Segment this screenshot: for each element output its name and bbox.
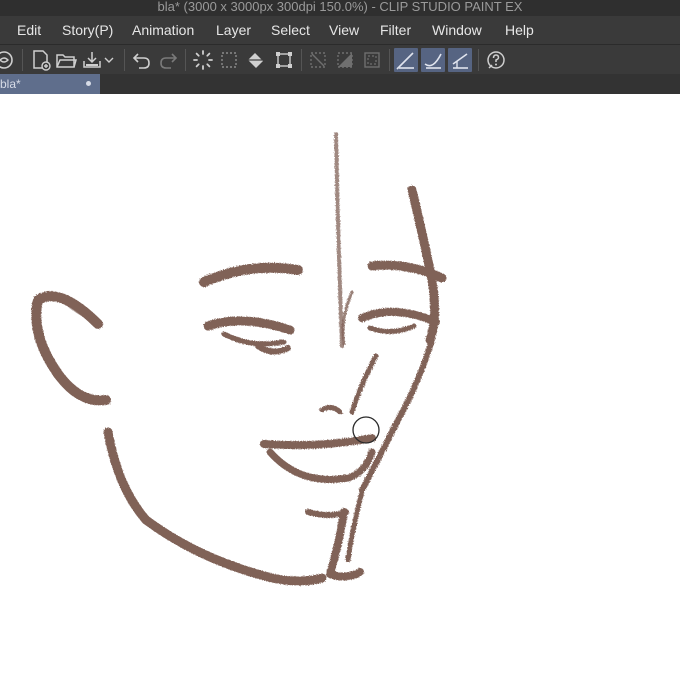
lower-jaw-right	[345, 489, 365, 563]
fill-bucket-icon[interactable]	[244, 48, 268, 72]
open-folder-icon[interactable]	[54, 48, 78, 72]
menu-filter[interactable]: Filter	[380, 22, 411, 38]
unsaved-dot-icon	[86, 81, 91, 86]
left-ear	[31, 291, 111, 406]
nose-bridge	[341, 290, 354, 346]
menu-view[interactable]: View	[329, 22, 359, 38]
deselect-icon[interactable]	[306, 48, 330, 72]
left-eyebrow	[199, 262, 303, 287]
drawing-canvas[interactable]	[0, 94, 680, 680]
upper-lip	[260, 434, 376, 450]
toolbar-separator	[478, 49, 479, 71]
menu-window[interactable]: Window	[432, 22, 482, 38]
nose-line	[349, 353, 379, 415]
toolbar-separator	[301, 49, 302, 71]
title-bar: bla* (3000 x 3000px 300dpi 150.0%) - CLI…	[0, 0, 680, 16]
command-bar	[0, 44, 680, 74]
right-eye-lower	[367, 323, 417, 334]
new-canvas-icon[interactable]	[29, 48, 53, 72]
menu-layer[interactable]: Layer	[216, 22, 251, 38]
snap-ruler-icon[interactable]	[394, 48, 418, 72]
left-eye-pupil	[255, 343, 291, 355]
document-tab-label: bla*	[0, 77, 21, 91]
sketch-layer	[31, 132, 447, 586]
undo-icon[interactable]	[130, 48, 154, 72]
left-eye	[203, 316, 295, 335]
loading-spinner-icon[interactable]	[191, 48, 215, 72]
window-title: bla* (3000 x 3000px 300dpi 150.0%) - CLI…	[157, 0, 523, 14]
menu-edit[interactable]: Edit	[17, 22, 41, 38]
toolbar-separator	[22, 49, 23, 71]
save-icon[interactable]	[80, 48, 104, 72]
menu-help[interactable]: Help	[505, 22, 534, 38]
layers-partial-icon[interactable]	[0, 48, 16, 72]
left-jawline	[103, 427, 327, 586]
invert-selection-icon[interactable]	[333, 48, 357, 72]
selection-dashed-icon[interactable]	[217, 48, 241, 72]
document-tab-bar: bla*	[0, 74, 680, 94]
menu-animation[interactable]: Animation	[132, 22, 194, 38]
transform-icon[interactable]	[272, 48, 296, 72]
right-eye	[358, 307, 440, 326]
help-icon[interactable]	[484, 48, 508, 72]
snap-grid-icon[interactable]	[448, 48, 472, 72]
toolbar-separator	[185, 49, 186, 71]
snap-curve-icon[interactable]	[421, 48, 445, 72]
selection-border-icon[interactable]	[360, 48, 384, 72]
left-eye-lower	[221, 331, 287, 347]
center-guide-line	[334, 132, 344, 348]
document-tab[interactable]: bla*	[0, 74, 100, 94]
lower-lip	[266, 448, 376, 484]
toolbar-separator	[389, 49, 390, 71]
dropdown-chevron-icon[interactable]	[102, 48, 116, 72]
redo-icon[interactable]	[156, 48, 180, 72]
menu-select[interactable]: Select	[271, 22, 310, 38]
nostril	[319, 404, 343, 415]
toolbar-separator	[124, 49, 125, 71]
menu-story[interactable]: Story(P)	[62, 22, 113, 38]
menu-bar: Edit Story(P) Animation Layer Select Vie…	[0, 16, 680, 44]
